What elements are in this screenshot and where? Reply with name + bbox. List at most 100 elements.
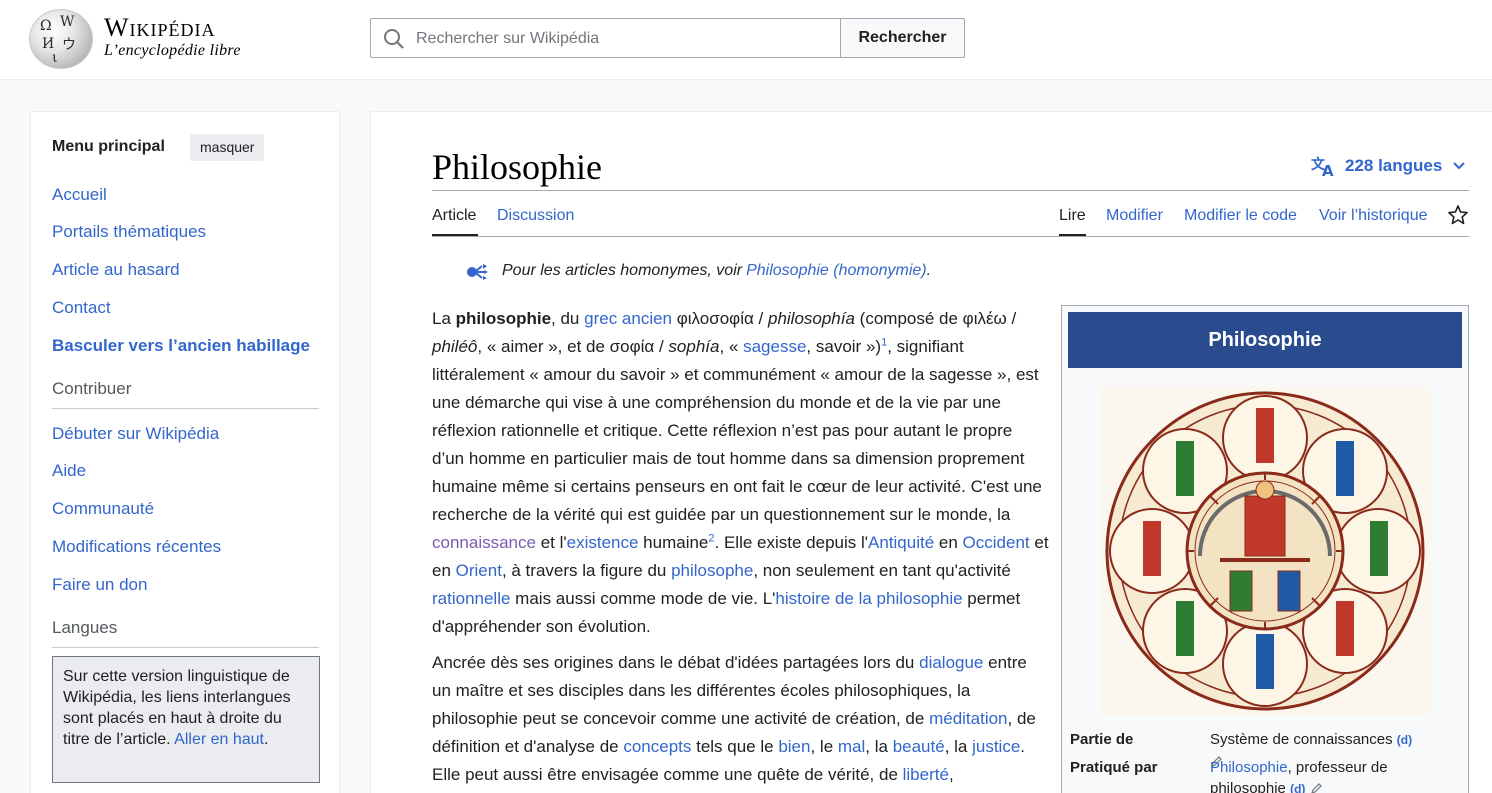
wikidata-link[interactable]: (d) [1290, 782, 1305, 793]
link-orient[interactable]: Orient [456, 561, 502, 580]
sidebar-item-communaute[interactable]: Communauté [52, 499, 154, 519]
text-run: , à travers la figure du [501, 561, 672, 580]
languages-heading: Langues [52, 618, 118, 637]
section-divider [52, 408, 319, 409]
sidebar-item-portails[interactable]: Portails thématiques [52, 222, 206, 242]
sidebar-item-faire-un-don[interactable]: Faire un don [52, 575, 147, 595]
disambiguation-icon [467, 264, 488, 280]
text-run: en [934, 533, 963, 552]
wikipedia-tagline: L’encyclopédie libre [104, 42, 241, 59]
hatnote-text: Pour les articles homonymes, voir [502, 262, 743, 279]
italic-term: philéô [432, 337, 478, 356]
link-justice[interactable]: justice [972, 737, 1020, 756]
text-run: , le [810, 737, 838, 756]
link-philosophie[interactable]: Philosophie [1210, 759, 1288, 776]
infobox-value: Philosophie, professeur de philosophie (… [1210, 757, 1420, 793]
text-run: φιλοσοφία / [672, 309, 768, 328]
link-philosophe[interactable]: philosophe [671, 561, 753, 580]
languages-note: Sur cette version linguistique de Wikipé… [52, 656, 320, 783]
pencil-icon[interactable] [1310, 783, 1322, 793]
languages-count: 228 langues [1345, 156, 1443, 175]
sidebar-item-aide[interactable]: Aide [52, 461, 86, 481]
link-sagesse[interactable]: sagesse [743, 337, 806, 356]
italic-term: sophía [668, 337, 720, 356]
text-run: , signifiant littéralement « amour du sa… [432, 337, 1042, 524]
sidebar-item-article-au-hasard[interactable]: Article au hasard [52, 260, 180, 280]
text-run: , savoir ») [806, 337, 882, 356]
text-run: mais aussi comme mode de vie. L' [510, 589, 776, 608]
contribute-heading: Contribuer [52, 379, 132, 398]
bold-term: philosophie [455, 309, 552, 328]
search-box[interactable] [370, 18, 841, 58]
text-run: et l' [535, 533, 567, 552]
text-run: . Elle existe depuis l' [714, 533, 869, 552]
wikipedia-wordmark[interactable]: Wikipédia [104, 13, 216, 43]
chevron-down-icon [1453, 162, 1466, 170]
text-run: , non seulement en tant qu'activité [753, 561, 1011, 580]
translate-icon: 文 A [1311, 156, 1334, 177]
link-bien[interactable]: bien [778, 737, 810, 756]
svg-text:A: A [1322, 162, 1334, 177]
text-run: tels que le [691, 737, 779, 756]
text-run: (composé de φιλέω / [854, 309, 1017, 328]
sidebar-item-accueil[interactable]: Accueil [52, 185, 107, 205]
italic-term: philosophía [767, 309, 855, 328]
link-meditation[interactable]: méditation [929, 709, 1007, 728]
infobox: Philosophie Partie de Système de connais… [1061, 305, 1469, 793]
sidebar-item-modifications-recentes[interactable]: Modifications récentes [52, 537, 221, 557]
tab-article[interactable]: Article [432, 207, 476, 225]
star-icon[interactable] [1447, 204, 1469, 226]
homonymie-link[interactable]: Philosophie (homonymie) [746, 262, 927, 280]
text-run: , du [551, 309, 585, 328]
main-menu-title: Menu principal [52, 138, 165, 155]
site-header: Ω W И ウ ι Wikipédia L’encyclopédie libre… [0, 0, 1492, 80]
text-run: , la [944, 737, 973, 756]
wikidata-link[interactable]: (d) [1397, 733, 1412, 747]
search-button[interactable]: Rechercher [840, 18, 965, 58]
link-rationnelle[interactable]: rationnelle [432, 589, 510, 608]
link-mal[interactable]: mal [838, 737, 865, 756]
title-divider [432, 190, 1469, 191]
tab-voir-historique[interactable]: Voir l’historique [1319, 207, 1428, 225]
text-run: , la [865, 737, 893, 756]
sidebar-item-contact[interactable]: Contact [52, 298, 111, 318]
link-grec-ancien[interactable]: grec ancien [584, 309, 672, 328]
search-input[interactable] [416, 28, 816, 50]
intro-paragraph-1: La philosophie, du grec ancien φιλοσοφία… [432, 305, 1049, 641]
article-content: Philosophie 文 A 228 langues Article Disc… [370, 111, 1492, 793]
link-histoire-de-la-philosophie[interactable]: histoire de la philosophie [775, 589, 962, 608]
infobox-value-text: Système de connaissances [1210, 731, 1393, 748]
tab-modifier-le-code[interactable]: Modifier le code [1184, 207, 1297, 225]
search-icon [384, 29, 404, 49]
text-run: , « [719, 337, 744, 356]
link-existence[interactable]: existence [567, 533, 639, 552]
page-title: Philosophie [432, 147, 603, 187]
tab-modifier[interactable]: Modifier [1106, 207, 1163, 225]
hide-menu-button[interactable]: masquer [190, 134, 265, 161]
intro-paragraph-2: Ancrée dès ses origines dans le débat d'… [432, 649, 1049, 789]
sidebar-item-ancien-habillage[interactable]: Basculer vers l’ancien habillage [52, 336, 310, 356]
tab-discussion[interactable]: Discussion [497, 207, 574, 225]
text-run: La [432, 309, 456, 328]
link-beaute[interactable]: beauté [893, 737, 945, 756]
philosophy-wheel-illustration[interactable] [1100, 386, 1430, 716]
go-to-top-link[interactable]: Aller en haut [174, 731, 264, 748]
link-connaissance[interactable]: connaissance [432, 533, 536, 552]
wikipedia-globe-logo[interactable]: Ω W И ウ ι [29, 9, 93, 69]
tabs-divider [432, 236, 1469, 237]
section-divider [52, 647, 319, 648]
infobox-label: Pratiqué par [1070, 759, 1158, 776]
link-liberte[interactable]: liberté [903, 765, 949, 784]
main-menu-sidebar: Menu principal masquer Accueil Portails … [30, 111, 340, 793]
languages-button[interactable]: 文 A 228 langues [1311, 155, 1474, 177]
sidebar-item-debuter[interactable]: Débuter sur Wikipédia [52, 424, 219, 444]
link-occident[interactable]: Occident [963, 533, 1030, 552]
link-concepts[interactable]: concepts [623, 737, 691, 756]
link-antiquite[interactable]: Antiquité [868, 533, 934, 552]
text-run: , [948, 765, 954, 784]
hatnote-end: . [926, 262, 932, 279]
link-dialogue[interactable]: dialogue [919, 653, 983, 672]
text-run: , « aimer », et de σοφία / [477, 337, 669, 356]
infobox-title: Philosophie [1068, 312, 1462, 368]
tab-lire[interactable]: Lire [1059, 207, 1086, 225]
